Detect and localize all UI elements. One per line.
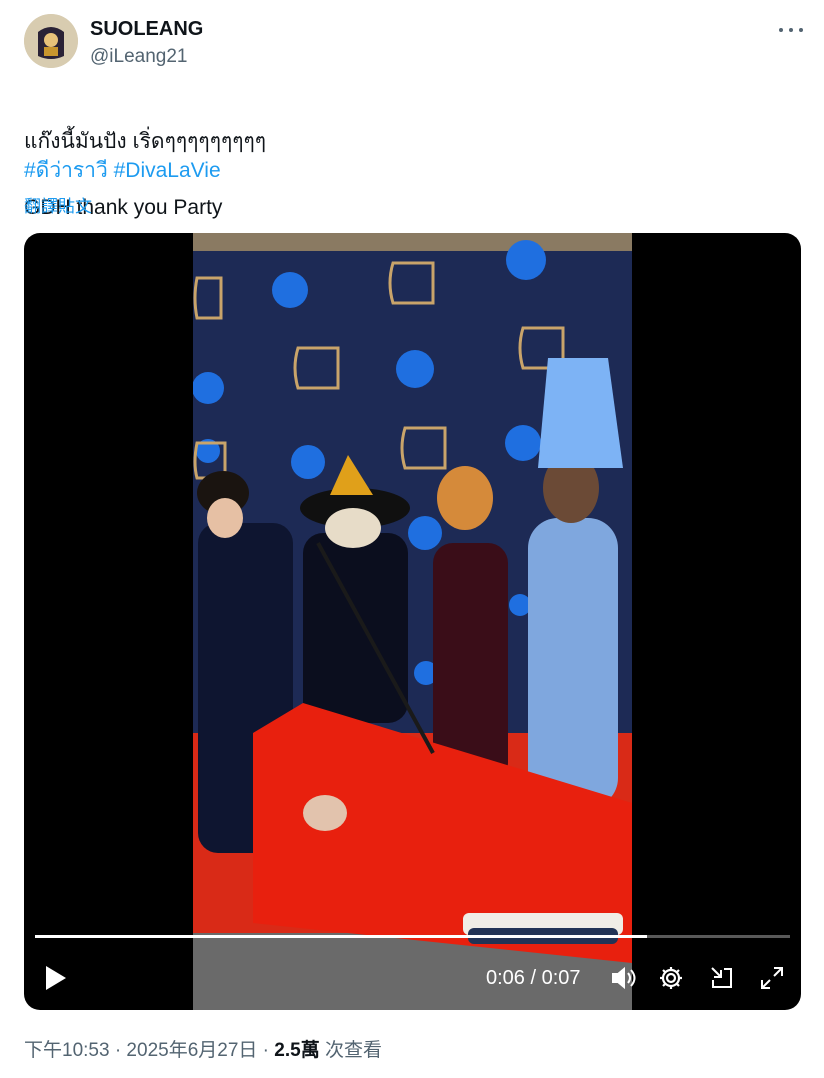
video-player[interactable]: 0:06 / 0:07: [24, 233, 801, 1010]
video-time: 0:06 / 0:07: [486, 967, 581, 989]
display-name[interactable]: SUOLEANG: [90, 18, 203, 41]
views-count: 2.5萬: [274, 1040, 320, 1061]
video-frame[interactable]: [193, 233, 632, 1010]
minimize-icon[interactable]: [709, 965, 735, 991]
views-label: 次查看: [319, 1040, 382, 1061]
post-timestamp[interactable]: 下午10:53 · 2025年6月27日 ·: [24, 1040, 274, 1061]
hashtag-link[interactable]: #ดีว่าราวี: [24, 159, 108, 182]
play-icon[interactable]: [44, 965, 68, 991]
translate-post-link[interactable]: 翻譯貼文: [24, 192, 92, 217]
video-still-image: [193, 233, 632, 1010]
user-handle[interactable]: @iLeang21: [90, 46, 187, 68]
video-progress-bar[interactable]: [35, 935, 790, 938]
post-text-line-1: แก๊งนี้มันปัง เริ่ดๆๆๆๆๆๆๆๆๆ: [24, 130, 267, 153]
settings-icon[interactable]: [658, 965, 684, 991]
fullscreen-icon[interactable]: [759, 965, 785, 991]
hashtag-link[interactable]: #DivaLaVie: [114, 159, 221, 182]
more-icon[interactable]: [778, 20, 804, 40]
video-controls: 0:06 / 0:07: [24, 953, 801, 1003]
avatar[interactable]: [24, 14, 78, 68]
post-meta: 下午10:53 · 2025年6月27日 · 2.5萬 次查看: [24, 1035, 382, 1062]
post-header: SUOLEANG @iLeang21: [24, 14, 804, 74]
video-progress-fill: [35, 935, 647, 938]
volume-icon[interactable]: [610, 965, 636, 991]
hashtags: #ดีว่าราวี #DivaLaVie: [24, 156, 221, 186]
